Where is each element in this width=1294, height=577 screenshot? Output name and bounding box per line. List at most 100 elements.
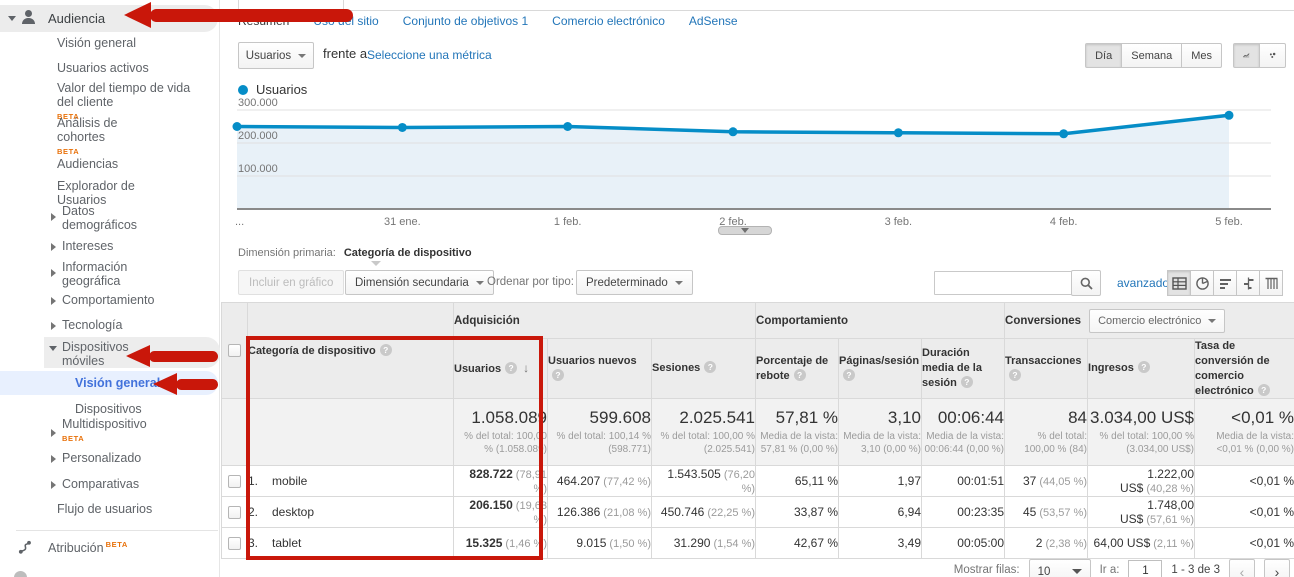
sidebar-item-usuarios-activos[interactable]: Usuarios activos bbox=[57, 61, 207, 75]
column-header-tasa-conversion[interactable]: Tasa de conversión de comercio electróni… bbox=[1195, 339, 1294, 399]
next-page-button[interactable]: › bbox=[1264, 559, 1290, 577]
rows-per-page-select[interactable]: 10 bbox=[1029, 559, 1091, 577]
search-button[interactable] bbox=[1071, 270, 1101, 296]
line-chart-button[interactable] bbox=[1233, 43, 1260, 68]
sidebar-item-explorador-usuarios[interactable]: Explorador de Usuarios bbox=[57, 179, 167, 207]
tab-uso-del-sitio[interactable]: Uso del sitio bbox=[313, 14, 378, 28]
users-line-chart: 100.000200.000300.000...31 ene.1 feb.2 f… bbox=[221, 97, 1294, 240]
sidebar-item-label: Multidispositivo bbox=[62, 417, 212, 431]
sidebar-item-vision-general[interactable]: Visión general bbox=[57, 36, 207, 50]
comparison-view-button[interactable] bbox=[1236, 270, 1260, 296]
row-checkbox[interactable] bbox=[228, 475, 241, 488]
cell-sesiones: 450.746(22,25 %) bbox=[652, 497, 756, 528]
column-header-usuarios-nuevos[interactable]: Usuarios nuevos? bbox=[548, 339, 652, 399]
timeline-handle[interactable] bbox=[718, 226, 772, 235]
sort-type-dropdown[interactable]: Predeterminado bbox=[576, 270, 693, 295]
help-icon[interactable]: ? bbox=[1138, 361, 1150, 373]
column-header-device-category[interactable]: Categoría de dispositivo? bbox=[248, 303, 454, 399]
cell-tasa: <0,01 % bbox=[1195, 497, 1294, 528]
line-chart-icon bbox=[1243, 49, 1250, 62]
chevron-right-icon bbox=[51, 481, 56, 489]
sidebar-item-informacion-geografica[interactable]: Información geográfica bbox=[62, 260, 167, 288]
tab-resumen[interactable]: Resumen bbox=[238, 14, 289, 28]
column-header-sesiones[interactable]: Sesiones? bbox=[652, 339, 756, 399]
chevron-down-icon bbox=[675, 281, 683, 285]
help-icon[interactable]: ? bbox=[1009, 369, 1021, 381]
sidebar-item-atribucion[interactable]: AtribuciónBETA bbox=[0, 538, 218, 562]
sidebar-item-vision-general-moviles[interactable]: Visión general bbox=[75, 376, 225, 390]
secondary-dimension-dropdown[interactable]: Dimensión secundaria bbox=[345, 270, 494, 295]
help-icon[interactable]: ? bbox=[552, 369, 564, 381]
metric-selector-dropdown[interactable]: Usuarios bbox=[238, 42, 314, 69]
search-input[interactable] bbox=[934, 271, 1072, 295]
sidebar-item-dispositivos[interactable]: Dispositivos bbox=[75, 402, 225, 416]
sidebar-item-flujo-usuarios[interactable]: Flujo de usuarios bbox=[57, 502, 207, 516]
motion-chart-button[interactable] bbox=[1259, 43, 1286, 68]
help-icon[interactable]: ? bbox=[1258, 384, 1270, 396]
cell-sesiones: 1.543.505(76,20 %) bbox=[652, 466, 756, 497]
granularity-day-button[interactable]: Día bbox=[1085, 43, 1122, 68]
column-header-usuarios[interactable]: Usuarios?↓ bbox=[454, 339, 548, 399]
sidebar-item-analisis-cohortes[interactable]: Análisis de cohortesBETA bbox=[57, 116, 152, 159]
sidebar-section-audiencia[interactable]: Audiencia bbox=[0, 5, 218, 32]
column-header-rebote[interactable]: Porcentaje de rebote? bbox=[756, 339, 839, 399]
tab-comercio-electronico[interactable]: Comercio electrónico bbox=[552, 14, 665, 28]
help-icon[interactable]: ? bbox=[961, 376, 973, 388]
column-header-paginas-sesion[interactable]: Páginas/sesión? bbox=[839, 339, 922, 399]
select-metric-link[interactable]: Seleccione una métrica bbox=[367, 48, 492, 62]
select-all-checkbox[interactable] bbox=[228, 344, 241, 357]
sidebar-item-datos-demograficos[interactable]: Datos demográficos bbox=[62, 204, 167, 232]
svg-text:300.000: 300.000 bbox=[238, 97, 278, 109]
help-icon[interactable]: ? bbox=[843, 369, 855, 381]
sidebar-item-label: Dispositivos móviles bbox=[62, 340, 162, 368]
row-checkbox[interactable] bbox=[228, 506, 241, 519]
help-icon[interactable]: ? bbox=[794, 369, 806, 381]
sidebar-item-comportamiento[interactable]: Comportamiento bbox=[62, 293, 212, 307]
percentage-view-button[interactable] bbox=[1190, 270, 1214, 296]
sidebar-item-label: Comparativas bbox=[62, 477, 212, 491]
column-header-transacciones[interactable]: Transacciones? bbox=[1005, 339, 1088, 399]
sidebar-item-audiencias[interactable]: Audiencias bbox=[57, 157, 207, 171]
sidebar-item-comparativas[interactable]: Comparativas bbox=[62, 477, 212, 491]
sidebar-item-intereses[interactable]: Intereses bbox=[62, 239, 212, 253]
table-row-tablet: 3.tablet 15.325(1,46 %) 9.015(1,50 %) 31… bbox=[222, 528, 1294, 559]
column-header-ingresos[interactable]: Ingresos? bbox=[1088, 339, 1195, 399]
pivot-view-button[interactable] bbox=[1259, 270, 1283, 296]
attribution-icon bbox=[16, 540, 33, 559]
row-checkbox[interactable] bbox=[228, 537, 241, 550]
column-header-duracion[interactable]: Duración media de la sesión? bbox=[922, 339, 1005, 399]
sidebar-item-dispositivos-moviles[interactable]: Dispositivos móviles bbox=[62, 340, 162, 368]
bar-rows-icon bbox=[1218, 276, 1233, 291]
search-icon bbox=[1080, 277, 1093, 290]
advanced-search-link[interactable]: avanzado bbox=[1117, 276, 1169, 290]
table-view-button[interactable] bbox=[1167, 270, 1191, 296]
prev-page-button[interactable]: ‹ bbox=[1229, 559, 1255, 577]
help-icon[interactable]: ? bbox=[505, 362, 517, 374]
help-icon[interactable]: ? bbox=[380, 344, 392, 356]
audience-icon bbox=[22, 10, 35, 25]
tab-conjunto-objetivos[interactable]: Conjunto de objetivos 1 bbox=[403, 14, 528, 28]
sort-type-label: Ordenar por tipo: bbox=[487, 276, 574, 288]
performance-view-button[interactable] bbox=[1213, 270, 1237, 296]
goto-page-input[interactable] bbox=[1128, 560, 1162, 577]
granularity-week-button[interactable]: Semana bbox=[1121, 43, 1182, 68]
cell-usuarios: 206.150(19,63 %) bbox=[454, 497, 548, 528]
sidebar-item-personalizado[interactable]: Personalizado bbox=[62, 451, 212, 465]
primary-dimension-bar: Dimensión primaria:Categoría de disposit… bbox=[238, 247, 472, 259]
cell-usuarios-nuevos: 126.386(21,08 %) bbox=[548, 497, 652, 528]
show-rows-label: Mostrar filas: bbox=[954, 564, 1020, 576]
cell-paginas: 3,49 bbox=[839, 528, 922, 559]
explorer-tab[interactable] bbox=[238, 0, 344, 11]
sidebar-item-tecnologia[interactable]: Tecnología bbox=[62, 318, 212, 332]
sidebar-item-multidispositivo[interactable]: MultidispositivoBETA bbox=[62, 417, 212, 446]
dimension-device-category[interactable]: Categoría de dispositivo bbox=[344, 247, 472, 259]
sidebar-item-label: Audiencias bbox=[57, 157, 207, 171]
conversions-type-dropdown[interactable]: Comercio electrónico bbox=[1089, 309, 1225, 333]
tab-adsense[interactable]: AdSense bbox=[689, 14, 738, 28]
page-range-label: 1 - 3 de 3 bbox=[1171, 564, 1220, 576]
summary-sesiones: 2.025.541% del total: 100,00 % (2.025.54… bbox=[652, 399, 756, 466]
help-icon[interactable]: ? bbox=[704, 361, 716, 373]
granularity-month-button[interactable]: Mes bbox=[1181, 43, 1222, 68]
group-header-adquisicion: Adquisición bbox=[454, 303, 756, 339]
beta-badge: BETA bbox=[106, 540, 128, 549]
